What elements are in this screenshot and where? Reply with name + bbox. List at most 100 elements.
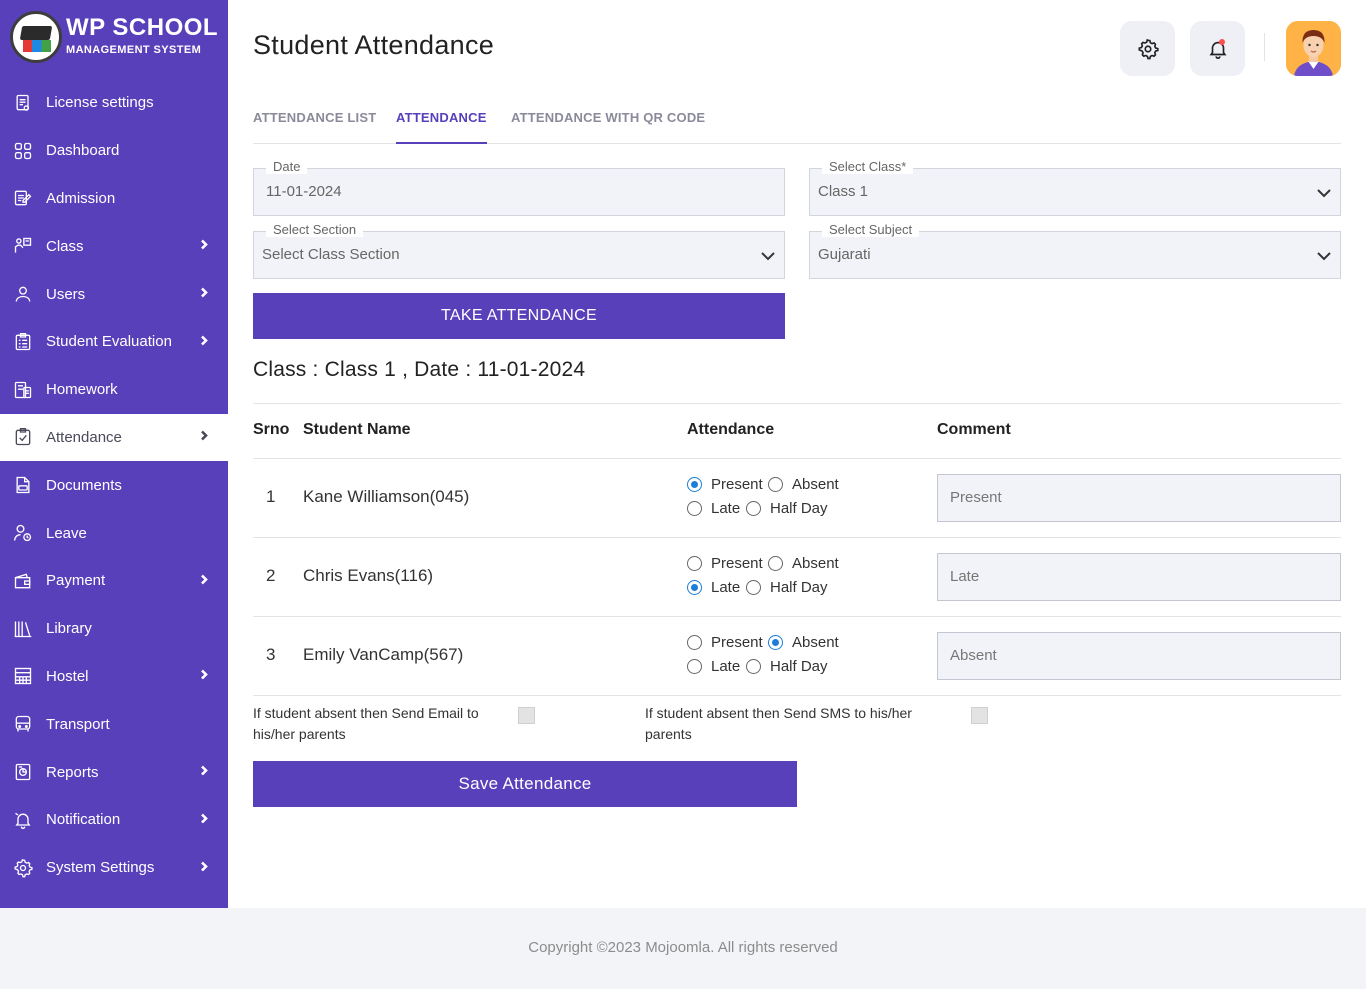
sidebar-item-users[interactable]: Users xyxy=(0,270,228,318)
homework-icon xyxy=(12,379,34,401)
send-sms-checkbox[interactable] xyxy=(971,707,988,724)
radio-present[interactable]: Present xyxy=(687,555,763,572)
radio-button[interactable] xyxy=(687,556,702,571)
sidebar-item-documents[interactable]: Documents xyxy=(0,461,228,509)
row-srno: 1 xyxy=(266,487,276,506)
notifications-button[interactable] xyxy=(1190,21,1245,76)
sidebar-item-homework[interactable]: Homework xyxy=(0,366,228,414)
table-divider xyxy=(253,616,1341,617)
send-email-checkbox[interactable] xyxy=(518,707,535,724)
sidebar-item-admission[interactable]: Admission xyxy=(0,175,228,223)
class-select[interactable]: Select Class* Class 1 xyxy=(809,159,1341,216)
radio-present[interactable]: Present xyxy=(687,476,763,493)
sidebar-item-attendance[interactable]: Attendance xyxy=(0,413,228,462)
table-divider xyxy=(253,695,1341,696)
sidebar-item-class[interactable]: Class xyxy=(0,222,228,270)
comment-input[interactable]: Present xyxy=(937,474,1341,522)
section-select-label: Select Section xyxy=(266,222,364,237)
chevron-right-icon xyxy=(198,286,210,303)
row-student-name: Chris Evans(116) xyxy=(303,566,434,585)
save-attendance-button[interactable]: Save Attendance xyxy=(253,761,797,807)
radio-halfday[interactable]: Half Day xyxy=(746,658,828,675)
date-field[interactable]: Date 11-01-2024 xyxy=(253,159,785,216)
notification-icon xyxy=(12,809,34,831)
radio-button[interactable] xyxy=(687,477,702,492)
tab-attendance-qr-code[interactable]: ATTENDANCE WITH QR CODE xyxy=(511,110,705,144)
chevron-right-icon xyxy=(198,333,210,350)
radio-button[interactable] xyxy=(768,477,783,492)
radio-late[interactable]: Late xyxy=(687,658,740,675)
sidebar-item-label: Payment xyxy=(46,572,106,590)
chevron-right-icon xyxy=(198,238,210,255)
radio-button[interactable] xyxy=(687,635,702,650)
brand-logo[interactable]: WP SCHOOL MANAGEMENT SYSTEM xyxy=(10,11,222,63)
sidebar-item-system-settings[interactable]: System Settings xyxy=(0,844,228,892)
settings-button[interactable] xyxy=(1120,21,1175,76)
sidebar-item-leave[interactable]: Leave xyxy=(0,509,228,557)
dashboard-icon xyxy=(12,140,34,162)
sidebar-item-student-evaluation[interactable]: Student Evaluation xyxy=(0,318,228,366)
tab-attendance[interactable]: ATTENDANCE xyxy=(396,110,487,144)
sidebar-item-label: License settings xyxy=(46,94,154,112)
footer: Copyright ©2023 Mojoomla. All rights res… xyxy=(0,908,1366,989)
comment-value: Absent xyxy=(950,647,997,664)
sidebar-item-hostel[interactable]: Hostel xyxy=(0,653,228,701)
sidebar-item-label: Dashboard xyxy=(46,142,120,160)
header-srno: Srno xyxy=(253,421,290,438)
sidebar-item-notification[interactable]: Notification xyxy=(0,796,228,844)
sidebar-item-transport[interactable]: Transport xyxy=(0,700,228,748)
sidebar-item-label: Notification xyxy=(46,811,121,829)
brand-subtitle: MANAGEMENT SYSTEM xyxy=(66,44,202,56)
radio-button[interactable] xyxy=(687,659,702,674)
radio-absent[interactable]: Absent xyxy=(768,476,839,493)
radio-present[interactable]: Present xyxy=(687,634,763,651)
avatar[interactable] xyxy=(1286,21,1341,76)
class-select-label: Select Class* xyxy=(822,159,914,174)
sidebar: WP SCHOOL MANAGEMENT SYSTEM License sett… xyxy=(0,0,228,908)
radio-button[interactable] xyxy=(768,635,783,650)
row-srno: 3 xyxy=(266,645,276,664)
comment-input[interactable]: Absent xyxy=(937,632,1341,680)
radio-halfday[interactable]: Half Day xyxy=(746,579,828,596)
radio-button[interactable] xyxy=(768,556,783,571)
sidebar-item-reports[interactable]: Reports xyxy=(0,748,228,796)
chevron-right-icon xyxy=(198,811,210,828)
radio-button[interactable] xyxy=(687,501,702,516)
radio-label: Absent xyxy=(792,555,839,572)
attendance-summary: Class : Class 1 , Date : 11-01-2024 xyxy=(253,358,586,381)
take-attendance-button[interactable]: TAKE ATTENDANCE xyxy=(253,293,785,339)
sidebar-item-license-settings[interactable]: License settings xyxy=(0,79,228,127)
radio-label: Absent xyxy=(792,634,839,651)
class-icon xyxy=(12,235,34,257)
radio-halfday[interactable]: Half Day xyxy=(746,500,828,517)
radio-absent[interactable]: Absent xyxy=(768,634,839,651)
tab-attendance-list[interactable]: ATTENDANCE LIST xyxy=(253,110,376,144)
sidebar-item-payment[interactable]: Payment xyxy=(0,557,228,605)
copyright-text: Copyright ©2023 Mojoomla. All rights res… xyxy=(528,939,838,956)
radio-button[interactable] xyxy=(746,580,761,595)
header-divider xyxy=(1264,33,1265,61)
sidebar-item-library[interactable]: Library xyxy=(0,605,228,653)
comment-input[interactable]: Late xyxy=(937,553,1341,601)
chevron-right-icon xyxy=(198,668,210,685)
subject-select-value: Gujarati xyxy=(818,246,871,263)
subject-select[interactable]: Select Subject Gujarati xyxy=(809,222,1341,279)
radio-button[interactable] xyxy=(746,501,761,516)
sidebar-item-label: Hostel xyxy=(46,667,89,685)
section-select[interactable]: Select Section Select Class Section xyxy=(253,222,785,279)
chevron-right-icon xyxy=(198,572,210,589)
chevron-right-icon xyxy=(198,429,210,446)
radio-button[interactable] xyxy=(687,580,702,595)
sidebar-item-dashboard[interactable]: Dashboard xyxy=(0,127,228,175)
sidebar-item-label: Attendance xyxy=(46,428,122,446)
radio-late[interactable]: Late xyxy=(687,579,740,596)
radio-button[interactable] xyxy=(746,659,761,674)
email-notify-line1: If student absent then Send Email to xyxy=(253,705,479,721)
header-comment: Comment xyxy=(937,421,1011,438)
radio-late[interactable]: Late xyxy=(687,500,740,517)
chevron-down-icon xyxy=(1316,185,1332,206)
radio-label: Late xyxy=(711,500,741,517)
radio-absent[interactable]: Absent xyxy=(768,555,839,572)
reports-icon xyxy=(12,761,34,783)
radio-label: Present xyxy=(711,476,763,493)
